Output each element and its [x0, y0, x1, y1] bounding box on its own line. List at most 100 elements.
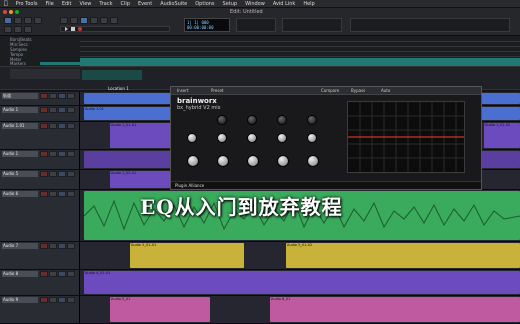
mute-button[interactable]	[58, 107, 66, 113]
slip-mode-button[interactable]	[24, 17, 32, 24]
mid-gain-knob[interactable]	[247, 133, 257, 143]
zoomer-tool-icon[interactable]	[60, 17, 68, 24]
plugin-preset-label[interactable]: Preset	[211, 88, 223, 93]
menu-options[interactable]: Options	[195, 1, 214, 7]
spot-mode-button[interactable]	[14, 17, 22, 24]
output-knob[interactable]	[307, 115, 317, 125]
minimize-icon[interactable]	[9, 10, 13, 14]
apple-icon[interactable]: 	[4, 0, 8, 7]
grid-mode-button[interactable]	[34, 17, 42, 24]
record-icon[interactable]	[78, 27, 82, 31]
eq-curve-display[interactable]	[347, 101, 465, 173]
mute-button[interactable]	[58, 151, 66, 157]
menu-setup[interactable]: Setup	[223, 1, 238, 7]
menu-help[interactable]: Help	[303, 1, 314, 7]
record-enable-button[interactable]	[40, 93, 48, 99]
solo-button[interactable]	[49, 93, 57, 99]
view-button[interactable]	[67, 123, 75, 129]
menu-app[interactable]: Pro Tools	[16, 1, 38, 7]
menu-avid-link[interactable]: Avid Link	[273, 1, 295, 7]
record-enable-button[interactable]	[40, 107, 48, 113]
plugin-auto-button[interactable]: Auto	[381, 88, 390, 93]
mute-button[interactable]	[58, 93, 66, 99]
mute-button[interactable]	[58, 243, 66, 249]
view-button[interactable]	[67, 151, 75, 157]
zoom-icon[interactable]	[15, 10, 19, 14]
record-enable-button[interactable]	[40, 151, 48, 157]
audio-clip[interactable]: Audio 5_01	[110, 297, 210, 322]
grabber-tool-icon[interactable]	[90, 17, 98, 24]
highcut-knob[interactable]	[247, 115, 257, 125]
high-gain-knob[interactable]	[307, 133, 317, 143]
menu-file[interactable]: File	[45, 1, 53, 7]
zoom-preset-1-button[interactable]	[4, 26, 12, 33]
selection-display[interactable]	[282, 18, 342, 32]
close-icon[interactable]	[3, 10, 7, 14]
highmid-freq-knob[interactable]	[277, 155, 289, 167]
plugin-window[interactable]: Insert Preset Compare Bypass Auto brainw…	[170, 86, 482, 190]
solo-button[interactable]	[49, 107, 57, 113]
view-button[interactable]	[67, 93, 75, 99]
highmid-gain-knob[interactable]	[277, 133, 287, 143]
solo-button[interactable]	[49, 243, 57, 249]
scrubber-tool-icon[interactable]	[100, 17, 108, 24]
track-name[interactable]: Audio 1	[2, 151, 38, 157]
menu-edit[interactable]: Edit	[62, 1, 72, 7]
track-name[interactable]: Audio 7	[2, 243, 38, 249]
grid-nudge-display[interactable]	[236, 18, 276, 32]
stop-icon[interactable]	[71, 27, 75, 31]
trimmer-tool-icon[interactable]	[70, 17, 78, 24]
audio-clip[interactable]: Audio 3_01-01	[130, 243, 244, 268]
solo-button[interactable]	[49, 271, 57, 277]
track-name[interactable]: Audio 6	[2, 191, 38, 197]
record-enable-button[interactable]	[40, 271, 48, 277]
solo-button[interactable]	[49, 123, 57, 129]
track-name[interactable]: 轨道	[2, 93, 38, 99]
mute-button[interactable]	[58, 171, 66, 177]
pencil-tool-icon[interactable]	[110, 17, 118, 24]
audio-clip[interactable]: Audio 6_01	[270, 297, 520, 322]
mute-button[interactable]	[58, 297, 66, 303]
mid-freq-knob[interactable]	[247, 155, 259, 167]
menu-track[interactable]: Track	[99, 1, 112, 7]
solo-button[interactable]	[49, 151, 57, 157]
view-button[interactable]	[67, 107, 75, 113]
menu-event[interactable]: Event	[138, 1, 152, 7]
audio-clip[interactable]: Audio 1_02-01	[110, 171, 170, 188]
saturation-knob[interactable]	[277, 115, 287, 125]
menu-audiosuite[interactable]: AudioSuite	[160, 1, 187, 7]
audio-clip[interactable]: Audio 3_01-02	[286, 243, 520, 268]
menu-window[interactable]: Window	[245, 1, 265, 7]
record-enable-button[interactable]	[40, 191, 48, 197]
low-freq-knob[interactable]	[187, 155, 199, 167]
solo-button[interactable]	[49, 171, 57, 177]
plugin-insert-label[interactable]: Insert	[177, 88, 188, 93]
view-button[interactable]	[67, 171, 75, 177]
mute-button[interactable]	[58, 191, 66, 197]
mute-button[interactable]	[58, 123, 66, 129]
solo-button[interactable]	[49, 191, 57, 197]
lowmid-gain-knob[interactable]	[217, 133, 227, 143]
solo-button[interactable]	[49, 297, 57, 303]
record-enable-button[interactable]	[40, 123, 48, 129]
mute-button[interactable]	[58, 271, 66, 277]
location-marker-block[interactable]	[82, 70, 142, 80]
main-counter[interactable]: 1| 1| 000 00:00:00:00	[184, 18, 230, 32]
track-name[interactable]: Audio 1	[2, 107, 38, 113]
selector-tool-icon[interactable]	[80, 17, 88, 24]
view-button[interactable]	[67, 243, 75, 249]
zoom-preset-2-button[interactable]	[14, 26, 22, 33]
record-enable-button[interactable]	[40, 171, 48, 177]
track-name[interactable]: Audio 9	[2, 297, 38, 303]
track-name[interactable]: Audio 5	[2, 171, 38, 177]
lowmid-freq-knob[interactable]	[217, 155, 229, 167]
menu-view[interactable]: View	[80, 1, 92, 7]
track-name[interactable]: Audio 8	[2, 271, 38, 277]
track-name[interactable]: Audio 1.01	[2, 123, 38, 129]
plugin-bypass-button[interactable]: Bypass	[351, 88, 365, 93]
zoom-preset-3-button[interactable]	[24, 26, 32, 33]
low-gain-knob[interactable]	[187, 133, 197, 143]
play-icon[interactable]	[65, 27, 68, 31]
audio-clip[interactable]: Audio 4_01-01	[84, 271, 520, 294]
view-button[interactable]	[67, 191, 75, 197]
